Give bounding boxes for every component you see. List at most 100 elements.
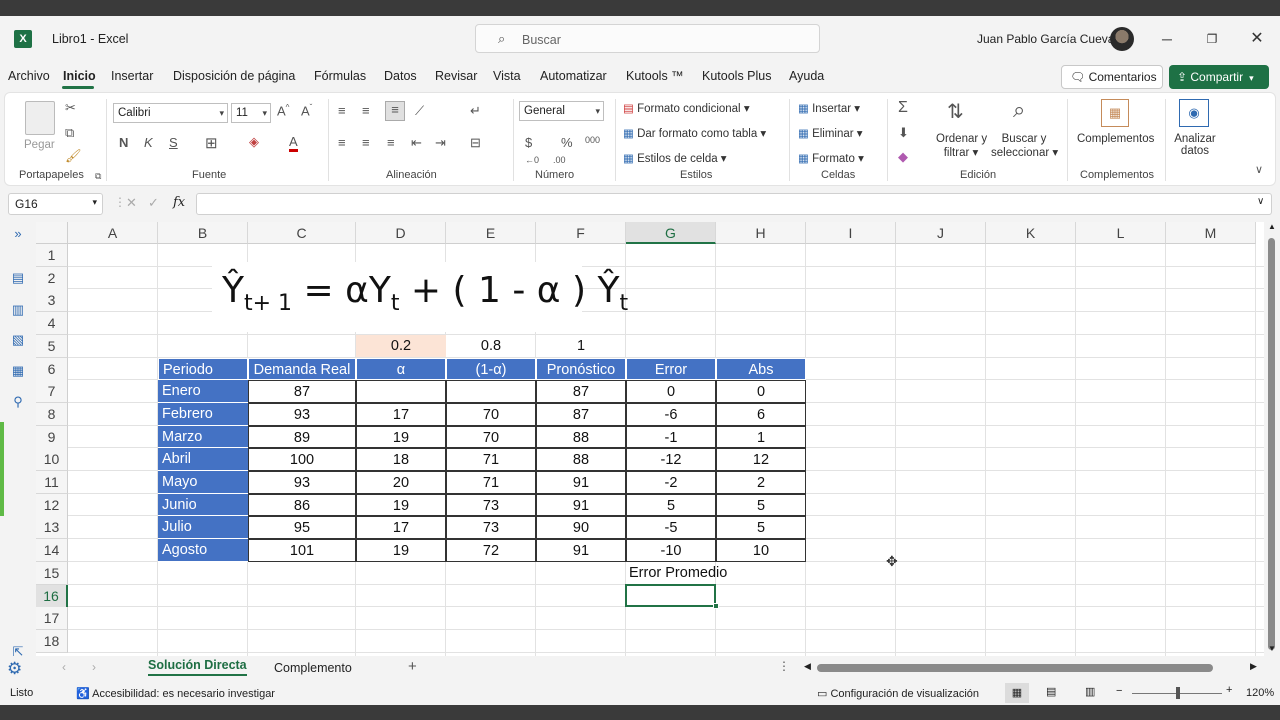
open-external-icon[interactable]: ⇱: [8, 644, 28, 660]
table-period-cell[interactable]: Mayo: [158, 471, 248, 494]
autosum-icon[interactable]: Σ: [898, 99, 908, 117]
column-header-b[interactable]: B: [158, 222, 248, 244]
minimize-icon[interactable]: ─: [1152, 26, 1182, 52]
merge-center-icon[interactable]: ⊟: [470, 135, 481, 151]
row-header-18[interactable]: 18: [36, 629, 68, 653]
tab-datos[interactable]: Datos: [384, 69, 417, 83]
vertical-scrollbar[interactable]: ▲ ▼: [1264, 222, 1280, 656]
table-cell[interactable]: 87: [536, 380, 626, 403]
column-header-d[interactable]: D: [356, 222, 446, 244]
table-cell[interactable]: 70: [446, 425, 536, 449]
table-header[interactable]: Pronóstico: [536, 357, 626, 381]
tab-kutools[interactable]: Kutools ™: [626, 69, 684, 83]
cell-f5[interactable]: 1: [536, 335, 626, 358]
column-header-f[interactable]: F: [536, 222, 626, 244]
paste-icon[interactable]: [25, 101, 55, 135]
table-header[interactable]: (1-α): [446, 357, 536, 381]
tab-inicio[interactable]: Inicio: [63, 69, 96, 83]
column-header-l[interactable]: L: [1076, 222, 1166, 244]
zoom-in-icon[interactable]: +: [1226, 684, 1232, 696]
delete-cells-button[interactable]: ▦ Eliminar ▾: [798, 126, 863, 140]
row-header-10[interactable]: 10: [36, 448, 68, 472]
tab-revisar[interactable]: Revisar: [435, 69, 477, 83]
cell-styles-button[interactable]: ▦ Estilos de celda ▾: [623, 151, 727, 165]
name-box[interactable]: G16 ▾: [8, 193, 103, 215]
clear-icon[interactable]: ◆: [898, 149, 908, 165]
table-cell[interactable]: 19: [356, 425, 446, 449]
conditional-format-button[interactable]: ▤ Formato condicional ▾: [623, 101, 750, 115]
table-cell[interactable]: 91: [536, 493, 626, 517]
table-cell[interactable]: 0: [716, 380, 806, 403]
row-header-9[interactable]: 9: [36, 425, 68, 449]
cell-e5[interactable]: 0.8: [446, 335, 536, 358]
add-sheet-icon[interactable]: +: [408, 658, 417, 675]
align-center-icon[interactable]: ≡: [362, 135, 370, 150]
table-cell[interactable]: 72: [446, 539, 536, 562]
table-cell[interactable]: 88: [536, 425, 626, 449]
table-period-cell[interactable]: Junio: [158, 493, 248, 517]
bold-button[interactable]: N: [119, 135, 128, 150]
row-header-13[interactable]: 13: [36, 516, 68, 540]
fill-icon[interactable]: ⬇: [898, 125, 909, 141]
table-cell[interactable]: 17: [356, 516, 446, 540]
table-cell[interactable]: 5: [716, 493, 806, 517]
table-cell[interactable]: -5: [626, 516, 716, 540]
row-header-4[interactable]: 4: [36, 312, 68, 336]
sort-filter-label[interactable]: Ordenar y filtrar ▾: [936, 133, 987, 159]
align-right-icon[interactable]: ≡: [387, 135, 395, 150]
format-as-table-button[interactable]: ▦ Dar formato como tabla ▾: [623, 126, 766, 140]
horizontal-scroll-thumb[interactable]: [817, 664, 1213, 672]
formula-image[interactable]: Ŷt+ 1 = αYt + ( 1 - α ) Ŷt: [212, 262, 628, 332]
insert-function-icon[interactable]: fx: [173, 195, 185, 210]
table-period-cell[interactable]: Enero: [158, 380, 248, 403]
table-header[interactable]: Demanda Real: [248, 357, 356, 381]
table-header[interactable]: Periodo: [158, 357, 248, 381]
analyze-data-icon[interactable]: ◉: [1179, 99, 1209, 127]
table-cell[interactable]: -10: [626, 539, 716, 562]
table-header[interactable]: α: [356, 357, 446, 381]
format-painter-icon[interactable]: 🖌: [65, 148, 82, 164]
table-cell[interactable]: 19: [356, 539, 446, 562]
table-cell[interactable]: 91: [536, 539, 626, 562]
font-color-icon[interactable]: A: [289, 134, 298, 152]
scroll-right-icon[interactable]: ▶: [1250, 661, 1257, 672]
zoom-out-icon[interactable]: −: [1116, 685, 1122, 697]
table-period-cell[interactable]: Febrero: [158, 402, 248, 426]
user-name[interactable]: Juan Pablo García Cuevas: [977, 32, 1120, 46]
increase-decimal-icon[interactable]: ←0: [525, 155, 539, 165]
column-header-h[interactable]: H: [716, 222, 806, 244]
table-cell[interactable]: 20: [356, 471, 446, 494]
tab-automatizar[interactable]: Automatizar: [540, 69, 607, 83]
sort-filter-icon[interactable]: ⇅: [947, 99, 964, 124]
spreadsheet-grid[interactable]: ABCDEFGHIJKLM 1 2 3 4 5 6 7 8 9 10 11 12 13 14 15 16 17 1…: [36, 222, 1264, 656]
normal-view-icon[interactable]: ▦: [1005, 683, 1029, 703]
page-layout-icon[interactable]: ▤: [1046, 685, 1056, 698]
underline-button[interactable]: S: [169, 135, 178, 150]
selected-cell-g16[interactable]: [625, 583, 716, 608]
table-cell[interactable]: 101: [248, 539, 356, 562]
table-cell[interactable]: 1: [716, 425, 806, 449]
wrap-text-icon[interactable]: ↵: [470, 103, 481, 119]
align-top-icon[interactable]: ≡: [338, 103, 346, 118]
zoom-slider-thumb[interactable]: [1176, 687, 1180, 699]
table-period-cell[interactable]: Abril: [158, 448, 248, 471]
find-select-icon[interactable]: ⌕: [1013, 97, 1025, 123]
row-header-15[interactable]: 15: [36, 561, 68, 585]
table-icon[interactable]: ▦: [8, 363, 28, 379]
fill-handle[interactable]: [713, 603, 719, 610]
row-header-17[interactable]: 17: [36, 607, 68, 631]
align-left-icon[interactable]: ≡: [338, 135, 346, 150]
avatar[interactable]: [1110, 27, 1134, 51]
table-cell[interactable]: 93: [248, 402, 356, 426]
copy-icon[interactable]: ⧉: [65, 125, 74, 141]
page-break-icon[interactable]: ▥: [1085, 685, 1095, 698]
column-header-m[interactable]: M: [1166, 222, 1256, 244]
column-header-a[interactable]: A: [68, 222, 158, 244]
accessibility-status[interactable]: ♿ Accesibilidad: es necesario investigar: [76, 687, 275, 700]
column-header-i[interactable]: I: [806, 222, 896, 244]
table-cell[interactable]: 70: [446, 402, 536, 426]
fill-color-icon[interactable]: ◈: [249, 134, 259, 150]
binoculars-icon[interactable]: ⚲: [8, 394, 28, 410]
sheet-tab-complemento[interactable]: Complemento: [274, 661, 352, 675]
percent-icon[interactable]: %: [561, 135, 573, 150]
